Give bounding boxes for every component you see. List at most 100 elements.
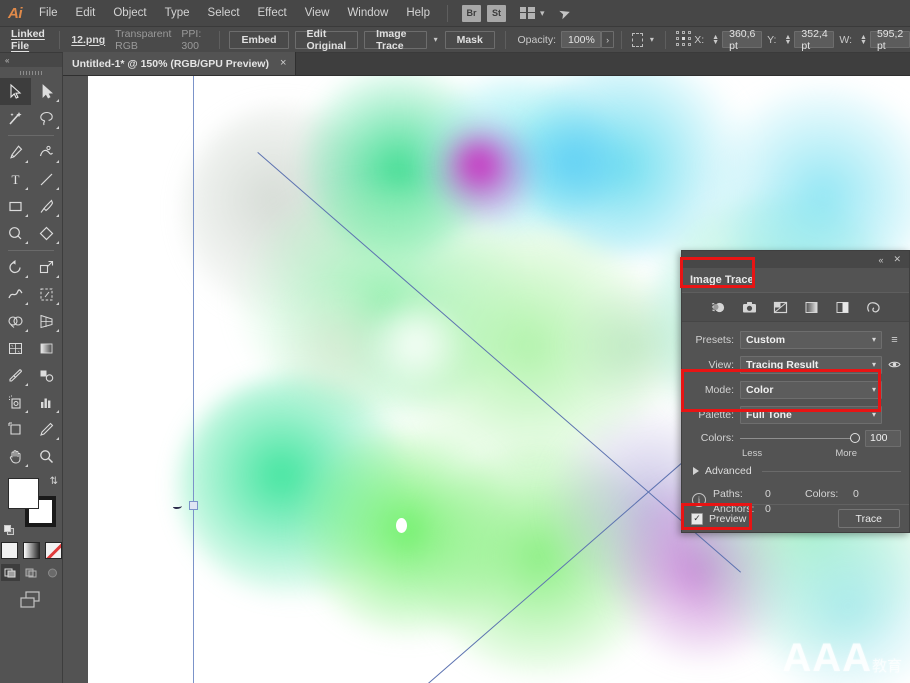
tool-lasso[interactable] (31, 105, 62, 132)
colors-slider-knob[interactable] (850, 432, 860, 443)
grayscale-icon[interactable] (803, 299, 820, 316)
draw-behind-icon[interactable] (22, 564, 41, 581)
preview-toggle[interactable]: ✓ Preview (691, 512, 746, 525)
tool-blend[interactable] (31, 362, 62, 389)
tool-eyedropper[interactable] (0, 362, 31, 389)
auto-color-icon[interactable] (710, 299, 727, 316)
opacity-input[interactable]: 100% (560, 31, 601, 48)
menu-item-object[interactable]: Object (104, 0, 155, 27)
high-color-icon[interactable] (741, 299, 758, 316)
black-and-white-icon[interactable] (834, 299, 851, 316)
guide-anchor-point[interactable] (189, 501, 198, 510)
view-dropdown[interactable]: Tracing Result ▾ (740, 355, 882, 374)
menu-item-edit[interactable]: Edit (67, 0, 105, 27)
share-rocket-icon[interactable]: ➤ (556, 3, 573, 23)
color-mode-solid[interactable] (0, 542, 18, 559)
tool-eraser[interactable] (31, 220, 62, 247)
tool-paintbrush[interactable] (31, 193, 62, 220)
tool-gradient[interactable] (31, 335, 62, 362)
tool-mesh[interactable] (0, 335, 31, 362)
close-icon[interactable]: × (280, 58, 286, 69)
swap-fill-stroke-icon[interactable]: ⇅ (50, 476, 58, 487)
default-fill-stroke-icon[interactable] (4, 525, 15, 536)
image-trace-button[interactable]: Image Trace (364, 28, 427, 52)
tool-zoom[interactable] (31, 443, 62, 470)
color-mode-none-icon[interactable] (44, 542, 62, 559)
w-stepper[interactable]: ▲ ▼ (857, 34, 870, 46)
menu-item-help[interactable]: Help (397, 0, 439, 27)
palette-dropdown[interactable]: Full Tone ▾ (740, 405, 882, 424)
tool-symbol-sprayer[interactable] (0, 389, 31, 416)
tool-more-corner-icon (56, 126, 59, 129)
color-mode-gradient[interactable] (22, 542, 40, 559)
tool-free-transform[interactable] (31, 281, 62, 308)
toolbar-grip[interactable] (0, 67, 62, 78)
vertical-guide[interactable] (193, 76, 194, 683)
tool-curvature[interactable] (31, 139, 62, 166)
mode-dropdown[interactable]: Color ▾ (740, 380, 882, 399)
advanced-section-toggle[interactable]: Advanced (690, 465, 901, 477)
tool-line-segment[interactable] (31, 166, 62, 193)
fill-color-swatch[interactable] (8, 478, 39, 509)
tool-shape-builder[interactable] (0, 308, 31, 335)
tool-rectangle[interactable] (0, 193, 31, 220)
tool-perspective-grid[interactable] (31, 308, 62, 335)
tool-magic-wand[interactable] (0, 105, 31, 132)
document-tab[interactable]: Untitled-1* @ 150% (RGB/GPU Preview) × (63, 52, 297, 75)
outline-icon[interactable] (865, 299, 882, 316)
tool-direct-selection[interactable] (31, 78, 62, 105)
panel-collapse-icon[interactable]: « (878, 255, 883, 265)
tool-artboard[interactable] (0, 416, 31, 443)
filename-label[interactable]: 12.png (66, 34, 110, 46)
draw-inside-icon[interactable] (43, 564, 62, 581)
tool-hand[interactable] (0, 443, 31, 470)
tool-width[interactable] (0, 281, 31, 308)
draw-normal-icon[interactable] (0, 564, 20, 581)
image-trace-panel[interactable]: « ✕ Image Trace Presets: Custom ▾ ≡ View… (681, 250, 910, 533)
y-stepper[interactable]: ▲ ▼ (781, 34, 794, 46)
bridge-badge[interactable]: Br (462, 4, 481, 22)
menu-item-file[interactable]: File (30, 0, 67, 27)
embed-button[interactable]: Embed (229, 30, 289, 49)
tool-slice[interactable] (31, 416, 62, 443)
stock-badge[interactable]: St (487, 4, 506, 22)
menu-item-type[interactable]: Type (156, 0, 199, 27)
tool-column-graph[interactable] (31, 389, 62, 416)
panel-close-icon[interactable]: ✕ (893, 254, 901, 265)
tool-type[interactable]: T (0, 166, 31, 193)
selection-bounds-icon[interactable] (632, 32, 643, 47)
tool-rotate[interactable] (0, 254, 31, 281)
colors-slider[interactable] (740, 432, 860, 443)
mask-button[interactable]: Mask (444, 30, 495, 49)
menu-item-view[interactable]: View (296, 0, 339, 27)
opacity-more-button[interactable]: › (600, 31, 615, 48)
menu-item-window[interactable]: Window (338, 0, 397, 27)
w-input[interactable]: 595,2 pt (869, 28, 910, 52)
chevron-down-icon: ▾ (871, 335, 876, 344)
menu-item-select[interactable]: Select (199, 0, 249, 27)
colors-input[interactable]: 100 (865, 429, 901, 447)
tool-selection[interactable] (0, 78, 31, 105)
image-trace-chevron-down-icon[interactable]: ▾ (430, 35, 442, 44)
x-input[interactable]: 360,6 pt (722, 28, 763, 52)
trace-button[interactable]: Trace (837, 509, 900, 528)
tool-pen[interactable] (0, 139, 31, 166)
reference-point-selector[interactable] (675, 31, 691, 48)
presets-dropdown[interactable]: Custom ▾ (740, 330, 882, 349)
panel-title[interactable]: Image Trace (690, 274, 754, 286)
preview-checkbox[interactable]: ✓ (691, 512, 703, 525)
selection-chevron-down-icon[interactable]: ▾ (646, 35, 658, 44)
presets-menu-icon[interactable]: ≡ (888, 334, 901, 346)
edit-original-button[interactable]: Edit Original (294, 28, 359, 52)
menu-item-effect[interactable]: Effect (249, 0, 296, 27)
workspace-switcher[interactable]: ▾ (520, 7, 545, 19)
view-eye-icon[interactable] (888, 360, 901, 369)
low-color-icon[interactable] (772, 299, 789, 316)
colormode-label: Transparent RGB (115, 27, 172, 52)
x-stepper[interactable]: ▲ ▼ (709, 34, 722, 46)
y-input[interactable]: 352,4 pt (794, 28, 835, 52)
toolbar-collapse-icon[interactable]: « (0, 53, 62, 67)
view-label: View: (708, 358, 735, 371)
tool-shaper[interactable] (0, 220, 31, 247)
tool-scale[interactable] (31, 254, 62, 281)
